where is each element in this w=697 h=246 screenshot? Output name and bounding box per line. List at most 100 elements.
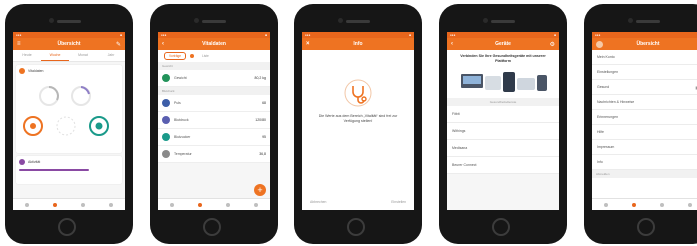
nav-data-icon[interactable] — [53, 202, 57, 207]
menu-item[interactable]: Nachrichten & Hinweise — [592, 95, 697, 110]
list-item[interactable]: Beurer Connect — [447, 157, 559, 174]
gauge-right-arc — [80, 86, 90, 95]
vitals-icon — [19, 68, 25, 74]
screen: ●●● ■ × Info Die Werte aus dem Bereich „V… — [302, 32, 414, 210]
speaker — [346, 20, 370, 23]
page-title: Geräte — [495, 41, 511, 47]
page-title: Vitaldaten — [202, 41, 226, 47]
app-bar: × Info — [302, 38, 414, 50]
stethoscope-icon — [344, 79, 372, 107]
list-item[interactable]: Puls 68 — [158, 95, 270, 112]
ring-grey — [56, 116, 76, 136]
activity-card[interactable]: Aktivität — [16, 156, 122, 184]
screen: ●●●■ Übersicht Mein Konto Einstellungen … — [592, 32, 697, 210]
item-label: Beurer Connect — [452, 163, 477, 167]
screen: ●●● ■ ‹ Geräte ⚙ Verbinden Sie Ihre Gesun… — [447, 32, 559, 210]
nav-stats-icon[interactable] — [226, 202, 230, 207]
home-button[interactable] — [347, 218, 365, 236]
screen: ●●● ■ ‹ Vitaldaten Vorträge Liste Gewicht… — [158, 32, 270, 210]
home-button[interactable] — [58, 218, 76, 236]
menu-item[interactable]: Impressum — [592, 140, 697, 155]
tab-jahr[interactable]: Jahr — [97, 50, 125, 61]
page-title: Übersicht — [57, 41, 81, 47]
nav-home-icon[interactable] — [604, 202, 608, 207]
nav-home-icon[interactable] — [170, 202, 174, 207]
settings-icon[interactable]: ⚙ — [550, 41, 555, 48]
row-label: Gewicht — [174, 76, 187, 80]
vitals-card[interactable]: Vitaldaten — [16, 65, 122, 153]
page-title: Info — [353, 41, 363, 47]
nav-data-icon[interactable] — [632, 202, 636, 207]
section-header: Blutdruck — [158, 87, 270, 95]
list-item[interactable]: Medisana — [447, 140, 559, 157]
edit-icon[interactable]: ✎ — [116, 41, 121, 48]
item-label: Withings — [452, 129, 466, 133]
menu-item[interactable]: Hilfe — [592, 125, 697, 140]
screen: ●●● ■ ≡ Übersicht ✎ Heute Woche Monat Jah… — [13, 32, 125, 210]
item-label: Hilfe — [597, 130, 605, 134]
pressure-icon — [162, 116, 170, 124]
list-item[interactable]: Blutzucker 95 — [158, 129, 270, 146]
tab-woche[interactable]: Woche — [41, 50, 69, 61]
nav-more-icon[interactable] — [254, 202, 258, 207]
item-label: Erinnerungen — [597, 115, 619, 119]
nav-more-icon[interactable] — [688, 202, 692, 207]
avatar[interactable] — [596, 40, 603, 48]
row-value: 80,2 kg — [254, 76, 266, 80]
list-item[interactable]: Fitbit — [447, 106, 559, 123]
settings-button[interactable]: Einstellen — [391, 200, 406, 204]
activity-icon — [19, 159, 25, 165]
gauge-left-arc — [48, 86, 59, 101]
segment-vortraege[interactable]: Vorträge — [164, 52, 187, 60]
cancel-button[interactable]: Abbrechen — [310, 200, 326, 204]
speaker — [202, 20, 226, 23]
speaker — [57, 20, 81, 23]
menu-item[interactable]: Erinnerungen — [592, 110, 697, 125]
list-item[interactable]: Withings — [447, 123, 559, 140]
info-message: Die Werte aus dem Bereich „Vitalität“ si… — [318, 114, 398, 123]
sugar-icon — [162, 133, 170, 141]
section-header: Gewicht — [158, 62, 270, 70]
activity-bar — [19, 169, 89, 171]
back-icon[interactable]: ‹ — [451, 41, 453, 47]
home-button[interactable] — [492, 218, 510, 236]
tab-heute[interactable]: Heute — [13, 50, 41, 61]
row-value: 36,8 — [259, 152, 266, 156]
bottom-nav — [13, 198, 125, 210]
list-item[interactable]: Temperatur 36,8 — [158, 146, 270, 163]
section-header: Gesundheitsdienste — [447, 98, 559, 106]
segment-liste[interactable]: Liste — [198, 53, 213, 59]
nav-data-icon[interactable] — [198, 202, 202, 207]
ring-orange-dot — [30, 123, 36, 129]
speaker — [636, 20, 660, 23]
app-bar: ≡ Übersicht ✎ — [13, 38, 125, 50]
tab-monat[interactable]: Monat — [69, 50, 97, 61]
close-icon[interactable]: × — [306, 41, 310, 47]
back-icon[interactable]: ‹ — [162, 41, 164, 47]
home-button[interactable] — [637, 218, 655, 236]
menu-icon[interactable]: ≡ — [17, 41, 21, 47]
list-item[interactable]: Gewicht 80,2 kg — [158, 70, 270, 87]
phone-dashboard: ●●● ■ ≡ Übersicht ✎ Heute Woche Monat Jah… — [5, 4, 133, 244]
temperature-icon — [162, 150, 170, 158]
page-title: Übersicht — [636, 41, 660, 47]
logout-link[interactable]: Abmelden — [592, 170, 697, 178]
nav-home-icon[interactable] — [25, 202, 29, 207]
menu-item[interactable]: Mein Konto — [592, 50, 697, 65]
list-item[interactable]: Blutdruck 120/80 — [158, 112, 270, 129]
phone-vitals-list: ●●● ■ ‹ Vitaldaten Vorträge Liste Gewicht… — [150, 4, 278, 244]
nav-stats-icon[interactable] — [81, 202, 85, 207]
camera — [194, 18, 199, 23]
add-fab-button[interactable]: + — [254, 184, 266, 196]
menu-item[interactable]: Info — [592, 155, 697, 170]
menu-item[interactable]: Einstellungen — [592, 65, 697, 80]
nav-more-icon[interactable] — [109, 202, 113, 207]
nav-stats-icon[interactable] — [660, 202, 664, 207]
menu-item[interactable]: Gesund ◧ — [592, 80, 697, 95]
item-label: Medisana — [452, 146, 468, 150]
camera — [49, 18, 54, 23]
card-title: Vitaldaten — [28, 69, 44, 73]
item-label: Einstellungen — [597, 70, 619, 74]
home-button[interactable] — [203, 218, 221, 236]
weight-icon — [162, 74, 170, 82]
